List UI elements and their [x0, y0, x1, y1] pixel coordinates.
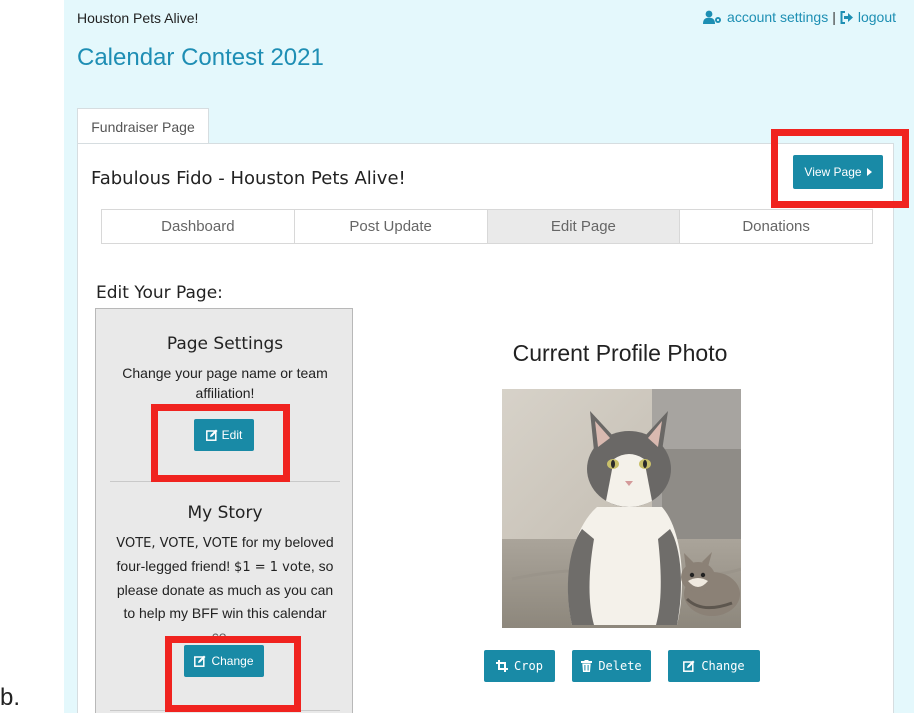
- tab-fundraiser-page[interactable]: Fundraiser Page: [77, 108, 209, 144]
- crop-label: Crop: [514, 659, 543, 673]
- cat-photo-image: [502, 389, 741, 628]
- account-settings-label: account settings: [727, 9, 829, 25]
- site-title[interactable]: Calendar Contest 2021: [77, 44, 324, 72]
- profile-photo: [502, 389, 741, 628]
- page-settings-title: Page Settings: [166, 334, 284, 354]
- edit-icon: [194, 655, 206, 667]
- my-story-title: My Story: [187, 503, 263, 523]
- sub-navigation: Dashboard Post Update Edit Page Donation…: [101, 209, 873, 244]
- subnav-edit-page[interactable]: Edit Page: [487, 210, 681, 243]
- view-page-label: View Page: [804, 165, 862, 179]
- story-dollar-text: $1 = 1 vote: [234, 560, 311, 575]
- trash-icon: [581, 660, 593, 672]
- campaign-title: Fabulous Fido - Houston Pets Alive!: [91, 168, 406, 189]
- change-photo-label: Change: [701, 659, 745, 673]
- edit-page-heading: Edit Your Page:: [96, 283, 223, 303]
- page-settings-edit-button[interactable]: Edit: [194, 419, 254, 451]
- view-page-button[interactable]: View Page: [793, 155, 883, 189]
- story-change-button[interactable]: Change: [184, 645, 264, 677]
- link-separator: |: [832, 9, 836, 25]
- section-divider: [110, 481, 340, 482]
- subnav-donations[interactable]: Donations: [680, 210, 872, 243]
- delete-photo-button[interactable]: Delete: [572, 650, 651, 682]
- account-settings-link[interactable]: account settings: [703, 9, 828, 25]
- subnav-dashboard[interactable]: Dashboard: [102, 210, 295, 243]
- sign-out-icon: [840, 10, 853, 24]
- user-gear-icon: [703, 10, 722, 24]
- change-photo-button[interactable]: Change: [668, 650, 760, 682]
- story-change-label: Change: [211, 654, 254, 668]
- edit-sidebar: Page Settings Change your page name or t…: [95, 308, 353, 713]
- edit-button-label: Edit: [221, 428, 243, 442]
- edit-icon: [205, 429, 218, 441]
- account-links: account settings | logout: [703, 9, 896, 25]
- section-divider: [110, 710, 340, 711]
- delete-label: Delete: [598, 659, 642, 673]
- logout-label: logout: [857, 9, 896, 25]
- step-label: b.: [0, 684, 21, 711]
- crop-icon: [496, 660, 509, 672]
- story-vote-text: VOTE, VOTE, VOTE: [116, 536, 238, 551]
- caret-right-icon: [866, 168, 872, 176]
- org-name: Houston Pets Alive!: [77, 10, 199, 26]
- subnav-post-update[interactable]: Post Update: [294, 210, 488, 243]
- logout-link[interactable]: logout: [840, 9, 896, 25]
- page-settings-description: Change your page name or team affiliatio…: [122, 365, 328, 401]
- edit-icon: [683, 660, 695, 672]
- current-photo-title: Current Profile Photo: [512, 340, 728, 366]
- crop-photo-button[interactable]: Crop: [484, 650, 555, 682]
